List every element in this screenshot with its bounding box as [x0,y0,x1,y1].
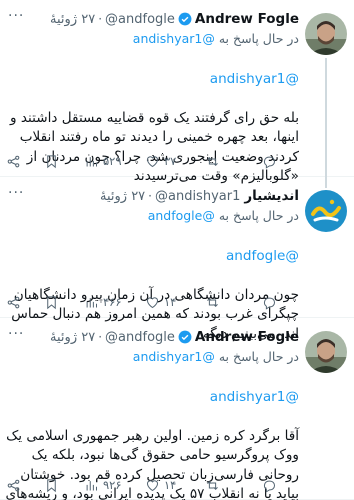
views-button[interactable]: ۴۶۶ [84,293,122,311]
reply-icon [263,156,275,169]
retweet-icon [207,297,218,307]
share-button[interactable] [6,476,21,494]
heart-icon [146,479,159,491]
separator-dot: · [98,12,103,26]
tweet-actions: ۵۲۹ ۳۷ [0,152,299,170]
tweet-header: Andrew Fogle @andfogle · ۲۷ ژوئیهٔ [6,10,299,28]
tweet[interactable]: Andrew Fogle @andfogle · ۲۷ ژوئیهٔ ··· د… [0,318,354,500]
share-button[interactable] [6,152,21,170]
views-button[interactable]: ۹۲۶ [84,476,122,494]
tweet[interactable]: اندیشیار @andishyar1 · ۲۷ ژوئیهٔ ··· در … [0,177,354,342]
like-button[interactable]: ۱۴ [145,293,176,311]
heart-icon [146,155,159,167]
thread-connector-line [325,177,327,188]
more-options-icon[interactable]: ··· [8,326,24,342]
tweet-header: Andrew Fogle @andfogle · ۲۷ ژوئیهٔ [6,328,299,346]
thread-connector-line [325,58,327,177]
likes-count: ۳۷ [164,154,177,168]
views-chart-icon [86,480,97,490]
verified-badge-icon [178,330,192,344]
author-name[interactable]: اندیشیار [244,188,299,204]
reply-icon [263,297,275,310]
tweet-thread: Andrew Fogle @andfogle · ۲۷ ژوئیهٔ ··· د… [0,0,354,500]
author-handle[interactable]: @andishyar1 [155,189,240,204]
author-name[interactable]: Andrew Fogle [195,11,299,27]
more-options-icon[interactable]: ··· [8,8,24,24]
share-button[interactable] [6,293,21,311]
retweet-icon [207,480,218,490]
replying-to: در حال پاسخ به @andishyar1 [6,31,299,46]
mention-link[interactable]: @andishyar1 [4,388,299,408]
replying-to-mention[interactable]: @andishyar1 [133,31,215,46]
avatar[interactable] [305,190,347,232]
retweet-button[interactable] [205,476,220,494]
bookmark-button[interactable] [44,152,59,170]
andrew-fogle-avatar-icon [305,13,347,55]
replying-prefix: در حال پاسخ به [218,349,299,364]
bookmark-icon [47,295,56,309]
more-options-icon[interactable]: ··· [8,185,24,201]
like-button[interactable]: ۱۴ [145,476,176,494]
retweet-button[interactable] [205,152,220,170]
tweet-body: بله حق رای گرفتند یک قوه قضاییه مستقل دا… [10,109,299,185]
avatar[interactable] [305,13,347,55]
andishyar-logo-icon [305,190,347,232]
replying-to-mention[interactable]: @andfogle [148,208,215,223]
bookmark-icon [47,154,56,168]
replying-to-mention[interactable]: @andishyar1 [133,349,215,364]
verified-badge-icon [178,12,192,26]
reply-icon [263,480,275,493]
views-button[interactable]: ۵۲۹ [84,152,122,170]
views-count: ۵۲۹ [103,154,122,168]
tweet-header: اندیشیار @andishyar1 · ۲۷ ژوئیهٔ [6,187,299,205]
reply-button[interactable] [262,476,277,494]
views-count: ۴۶۶ [103,295,122,309]
tweet[interactable]: Andrew Fogle @andfogle · ۲۷ ژوئیهٔ ··· د… [0,0,354,184]
mention-link[interactable]: @andfogle [4,247,299,267]
bookmark-icon [47,478,56,492]
andrew-fogle-avatar-icon [305,331,347,373]
share-icon [7,296,20,308]
replying-prefix: در حال پاسخ به [218,31,299,46]
reply-button[interactable] [262,152,277,170]
author-handle[interactable]: @andfogle [105,330,175,345]
bookmark-button[interactable] [44,476,59,494]
likes-count: ۱۴ [164,478,177,492]
author-handle[interactable]: @andfogle [105,12,175,27]
avatar[interactable] [305,331,347,373]
retweet-icon [207,156,218,166]
retweet-button[interactable] [205,293,220,311]
tweet-date[interactable]: ۲۷ ژوئیهٔ [100,189,145,204]
heart-icon [146,296,159,308]
share-icon [7,155,20,167]
author-name[interactable]: Andrew Fogle [195,329,299,345]
tweet-date[interactable]: ۲۷ ژوئیهٔ [50,12,95,27]
tweet-actions: ۹۲۶ ۱۴ [0,476,299,494]
replying-prefix: در حال پاسخ به [218,208,299,223]
separator-dot: · [98,330,103,344]
reply-button[interactable] [262,293,277,311]
views-chart-icon [86,297,97,307]
separator-dot: · [148,189,152,203]
share-icon [7,479,20,491]
views-chart-icon [86,156,97,166]
tweet-date[interactable]: ۲۷ ژوئیهٔ [50,330,95,345]
likes-count: ۱۴ [164,295,177,309]
bookmark-button[interactable] [44,293,59,311]
replying-to: در حال پاسخ به @andishyar1 [6,349,299,364]
tweet-actions: ۴۶۶ ۱۴ [0,293,299,311]
replying-to: در حال پاسخ به @andfogle [6,208,299,223]
like-button[interactable]: ۳۷ [145,152,176,170]
mention-link[interactable]: @andishyar1 [4,70,299,90]
views-count: ۹۲۶ [103,478,122,492]
